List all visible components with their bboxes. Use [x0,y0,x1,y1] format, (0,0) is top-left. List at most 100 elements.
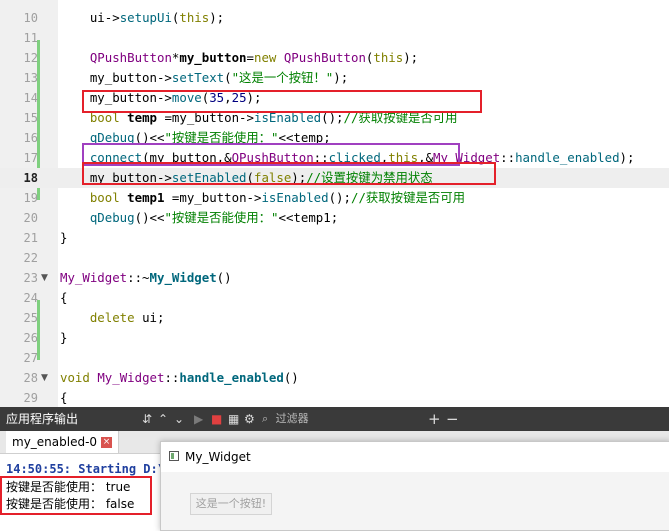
code-line[interactable]: 22 [0,248,669,268]
line-number: 25 [23,311,38,325]
output-pane-title: 应用程序输出 [6,412,79,426]
code-token: bool [89,190,120,205]
code-token: //获取按键是否可用 [350,190,466,205]
code-line[interactable]: 27 [0,348,669,368]
fold-toggle-icon[interactable]: ▼ [41,368,48,388]
fold-toggle-icon[interactable]: ▼ [41,268,48,288]
line-number: 12 [23,51,38,65]
code-line[interactable]: 19 bool temp1 =my_button->isEnabled();//… [0,188,669,208]
code-text: My_Widget::~My_Widget() [60,268,232,288]
code-token: void [60,370,90,385]
code-line[interactable]: 28 ▼ void My_Widget::handle_enabled() [0,368,669,388]
line-number: 21 [23,231,38,245]
code-line[interactable]: 25 delete ui; [0,308,669,328]
code-token: ); [403,50,419,65]
code-line[interactable]: 23 ▼ My_Widget::~My_Widget() [0,268,669,288]
filter-input[interactable]: ⌕ 过滤器 [258,410,418,428]
code-line[interactable]: 11 [0,28,669,48]
line-number: 10 [23,11,38,25]
line-number: 24 [23,291,38,305]
code-editor[interactable]: 10 ui->setupUi(this); 11 12 QPushButton*my… [0,0,669,407]
code-token: :: [164,370,180,385]
app-window-icon [169,451,179,461]
my-widget-window[interactable]: My_Widget 这是一个按钮! [160,441,669,531]
filter-placeholder: 过滤器 [275,412,309,425]
code-line[interactable]: 10 ui->setupUi(this); [0,8,669,28]
code-token: ui-> [60,10,120,25]
chevron-down-icon[interactable]: ⌄ [174,407,184,431]
line-number: 27 [23,351,38,365]
code-token: } [60,230,68,245]
code-token: My_Widget [97,370,165,385]
code-token: } [60,330,68,345]
gear-icon[interactable]: ⚙ [244,407,255,431]
code-line[interactable]: 20 qDebug()<<"按键是否能使用："<<temp1; [0,208,669,228]
code-token: = [246,50,254,65]
code-token: handle_enabled [179,370,284,385]
code-text: QPushButton*my_button=new QPushButton(th… [60,48,418,68]
chevron-up-icon[interactable]: ⌃ [158,407,168,431]
code-text: ui->setupUi(this); [60,8,224,28]
close-icon[interactable]: × [101,437,113,448]
disabled-push-button[interactable]: 这是一个按钮! [190,493,272,515]
run-icon[interactable]: ▶ [194,407,203,431]
code-token: "按键是否能使用：" [164,210,279,225]
code-token: delete [89,310,135,325]
clear-icon[interactable]: ▦ [228,407,239,431]
code-token: ::~ [127,270,150,285]
code-token: ( [224,70,232,85]
code-token: temp1 [127,190,165,205]
code-token: { [60,390,68,405]
line-number: 29 [23,391,38,405]
search-icon: ⌕ [262,412,269,425]
code-token: :: [500,150,516,165]
code-line[interactable]: 12 QPushButton*my_button=new QPushButton… [0,48,669,68]
code-line[interactable]: 26} [0,328,669,348]
code-token: my_button [179,50,247,65]
line-number: 17 [23,151,38,165]
attach-icon[interactable]: ⇵ [142,407,152,431]
add-icon[interactable]: + [428,407,441,431]
code-text: } [60,228,67,248]
code-token: <<temp1; [278,210,339,225]
code-token: ); [619,150,635,165]
code-token: QPushButton [89,50,172,65]
line-number: 13 [23,71,38,85]
code-line[interactable]: 29 { [0,388,669,407]
line-number: 19 [23,191,38,205]
highlight-box-line-15 [82,90,482,113]
code-line[interactable]: 21} [0,228,669,248]
code-text: bool temp1 =my_button->isEnabled();//获取按… [60,188,465,208]
line-number: 14 [23,91,38,105]
tab-my-enabled[interactable]: my_enabled-0 × [6,431,120,453]
code-token: () [283,370,299,385]
code-token: my_button-> [60,70,172,85]
code-text: } [60,328,67,348]
window-title: My_Widget [185,450,251,464]
code-token: () [216,270,232,285]
code-token: { [60,290,68,305]
code-token: new [253,50,277,65]
code-token: ); [333,70,349,85]
line-number: 11 [23,31,38,45]
output-pane-toolbar: 应用程序输出 ⇵ ⌃ ⌄ ▶ ■ ▦ ⚙ ⌕ 过滤器 + − [0,407,669,431]
code-token: =my_button-> [164,190,262,205]
window-titlebar[interactable]: My_Widget [161,442,669,472]
code-token: this [179,10,210,25]
minus-icon[interactable]: − [446,407,459,431]
line-number: 23 [23,271,38,285]
code-token: "这是一个按钮！" [231,70,334,85]
code-text: my_button->setText("这是一个按钮！"); [60,68,348,88]
line-number: 15 [23,111,38,125]
code-line[interactable]: 24 { [0,288,669,308]
tab-label: my_enabled-0 [12,435,98,449]
code-token: (); [328,190,351,205]
code-line[interactable]: 13 my_button->setText("这是一个按钮！"); [0,68,669,88]
stop-icon[interactable]: ■ [211,407,222,431]
line-number: 28 [23,371,38,385]
line-number: 26 [23,331,38,345]
code-text: { [60,388,67,407]
highlight-box-output [0,476,152,515]
